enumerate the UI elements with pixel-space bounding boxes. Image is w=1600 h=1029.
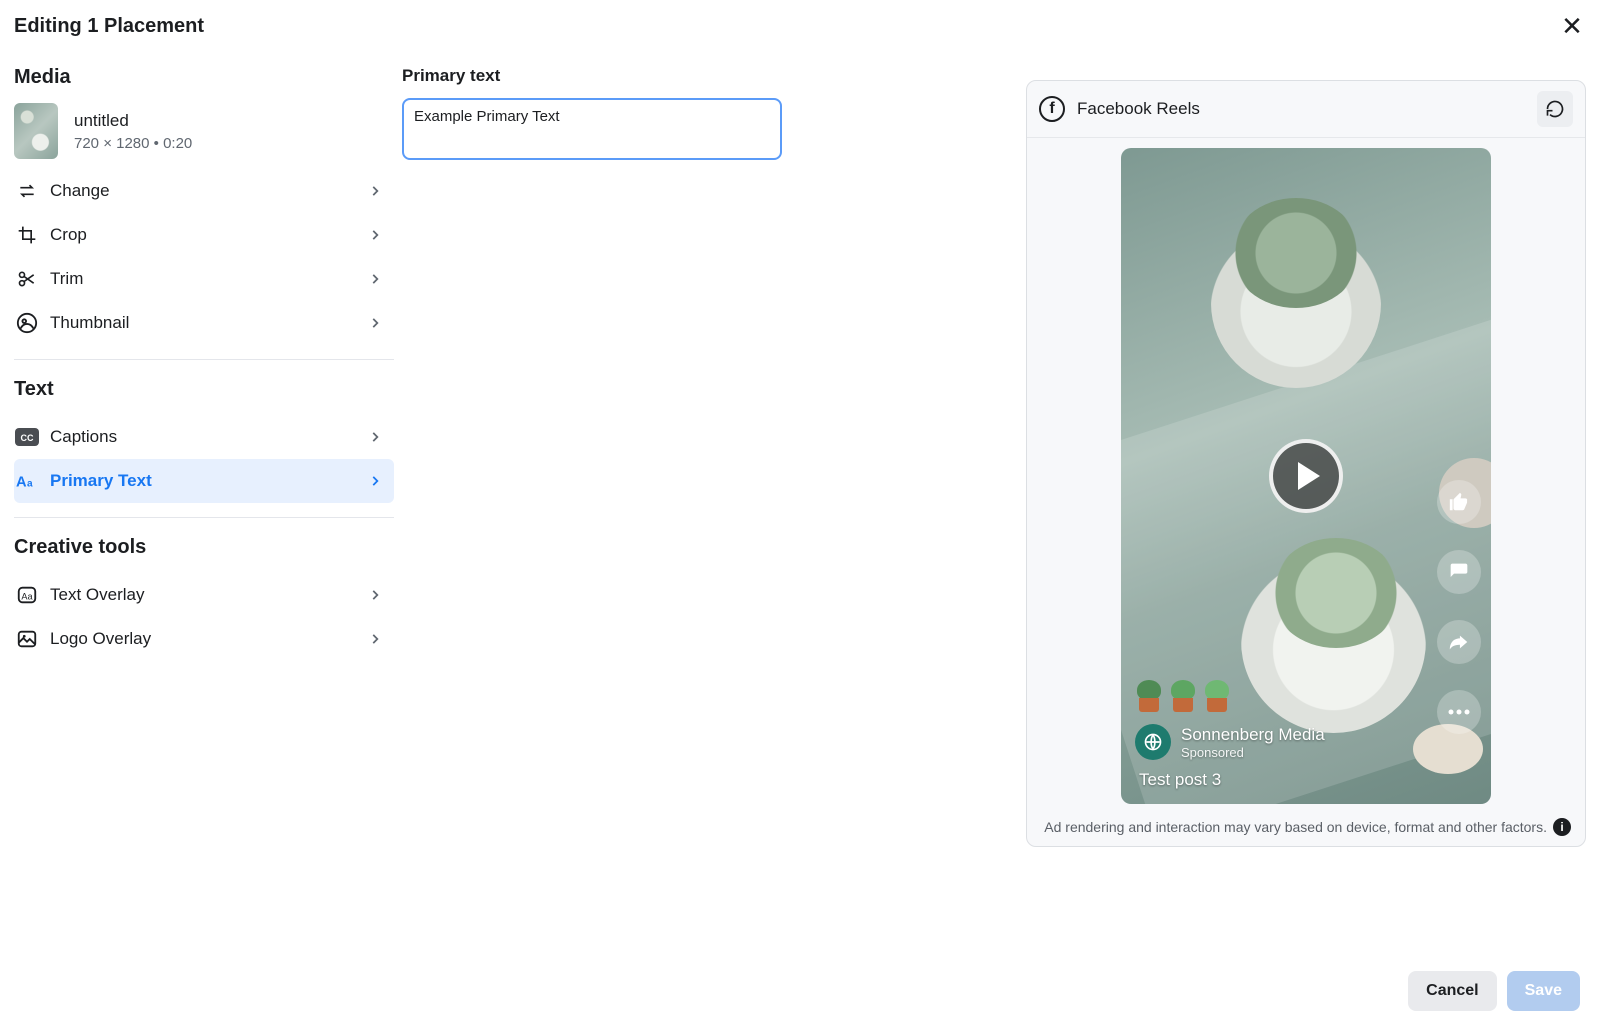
text-overlay-label: Text Overlay (50, 585, 144, 605)
media-section-title: Media (14, 66, 394, 89)
info-icon[interactable]: i (1553, 818, 1571, 836)
logo-overlay-label: Logo Overlay (50, 629, 151, 649)
primary-text-input[interactable]: Example Primary Text (402, 98, 782, 160)
more-icon (1448, 709, 1470, 715)
text-captions-row[interactable]: CC Captions (14, 415, 394, 459)
media-crop-row[interactable]: Crop (14, 213, 394, 257)
cancel-button[interactable]: Cancel (1408, 971, 1496, 1011)
thumbnail-icon (14, 310, 40, 336)
play-button[interactable] (1269, 439, 1343, 513)
comment-icon (1449, 562, 1469, 582)
text-primary-text-label: Primary Text (50, 471, 152, 491)
media-file-meta: 720 × 1280 • 0:20 (74, 135, 192, 152)
media-thumbnail (14, 103, 58, 159)
preview-sticker-row (1135, 678, 1231, 712)
media-thumbnail-row[interactable]: Thumbnail (14, 301, 394, 345)
left-panel: Media untitled 720 × 1280 • 0:20 Change … (0, 48, 394, 847)
svg-text:A: A (16, 475, 27, 491)
chevron-right-icon (368, 184, 382, 198)
svg-text:a: a (27, 479, 33, 490)
save-button[interactable]: Save (1507, 971, 1580, 1011)
media-file-name: untitled (74, 111, 192, 131)
advertiser-avatar (1135, 724, 1171, 760)
divider (14, 359, 394, 360)
media-thumbnail-label: Thumbnail (50, 313, 129, 333)
image-icon (14, 626, 40, 652)
advertiser-name: Sonnenberg Media (1181, 725, 1325, 745)
close-icon: ✕ (1561, 11, 1583, 42)
media-trim-row[interactable]: Trim (14, 257, 394, 301)
media-change-row[interactable]: Change (14, 169, 394, 213)
share-icon (1448, 631, 1470, 653)
refresh-icon (1545, 99, 1565, 119)
page-title: Editing 1 Placement (14, 15, 204, 38)
share-button[interactable] (1437, 620, 1481, 664)
facebook-icon: f (1039, 96, 1065, 122)
chevron-right-icon (368, 228, 382, 242)
preview-image-content (1241, 548, 1426, 733)
preview-disclaimer: Ad rendering and interaction may vary ba… (1044, 819, 1547, 835)
chevron-right-icon (368, 632, 382, 646)
chevron-right-icon (368, 316, 382, 330)
preview-post-text: Test post 3 (1139, 770, 1221, 790)
crop-icon (14, 222, 40, 248)
text-primary-text-row[interactable]: Aa Primary Text (14, 459, 394, 503)
primary-text-panel: Primary text Example Primary Text (394, 48, 800, 847)
text-captions-label: Captions (50, 427, 117, 447)
swap-icon (14, 178, 40, 204)
chevron-right-icon (368, 588, 382, 602)
divider (14, 517, 394, 518)
text-aa-icon: Aa (14, 468, 40, 494)
reel-preview: Sonnenberg Media Sponsored Test post 3 (1121, 148, 1491, 804)
media-change-label: Change (50, 181, 110, 201)
close-button[interactable]: ✕ (1558, 12, 1586, 40)
comment-button[interactable] (1437, 550, 1481, 594)
preview-panel: f Facebook Reels (1026, 80, 1586, 847)
refresh-preview-button[interactable] (1537, 91, 1573, 127)
media-crop-label: Crop (50, 225, 87, 245)
logo-overlay-row[interactable]: Logo Overlay (14, 617, 394, 661)
like-button[interactable] (1437, 480, 1481, 524)
advertiser-block: Sonnenberg Media Sponsored (1135, 724, 1325, 760)
primary-text-label: Primary text (402, 66, 790, 86)
like-icon (1448, 491, 1470, 513)
media-trim-label: Trim (50, 269, 83, 289)
more-button[interactable] (1437, 690, 1481, 734)
cc-icon: CC (14, 424, 40, 450)
preview-placement-name: Facebook Reels (1077, 99, 1200, 119)
svg-text:Aa: Aa (21, 592, 33, 602)
chevron-right-icon (368, 272, 382, 286)
media-file-row[interactable]: untitled 720 × 1280 • 0:20 (14, 103, 394, 159)
scissors-icon (14, 266, 40, 292)
svg-text:CC: CC (21, 433, 34, 443)
chevron-right-icon (368, 474, 382, 488)
text-section-title: Text (14, 378, 394, 401)
creative-tools-title: Creative tools (14, 536, 394, 559)
text-overlay-row[interactable]: Aa Text Overlay (14, 573, 394, 617)
sponsored-label: Sponsored (1181, 745, 1325, 760)
chevron-right-icon (368, 430, 382, 444)
preview-image-content (1211, 218, 1381, 388)
text-overlay-icon: Aa (14, 582, 40, 608)
